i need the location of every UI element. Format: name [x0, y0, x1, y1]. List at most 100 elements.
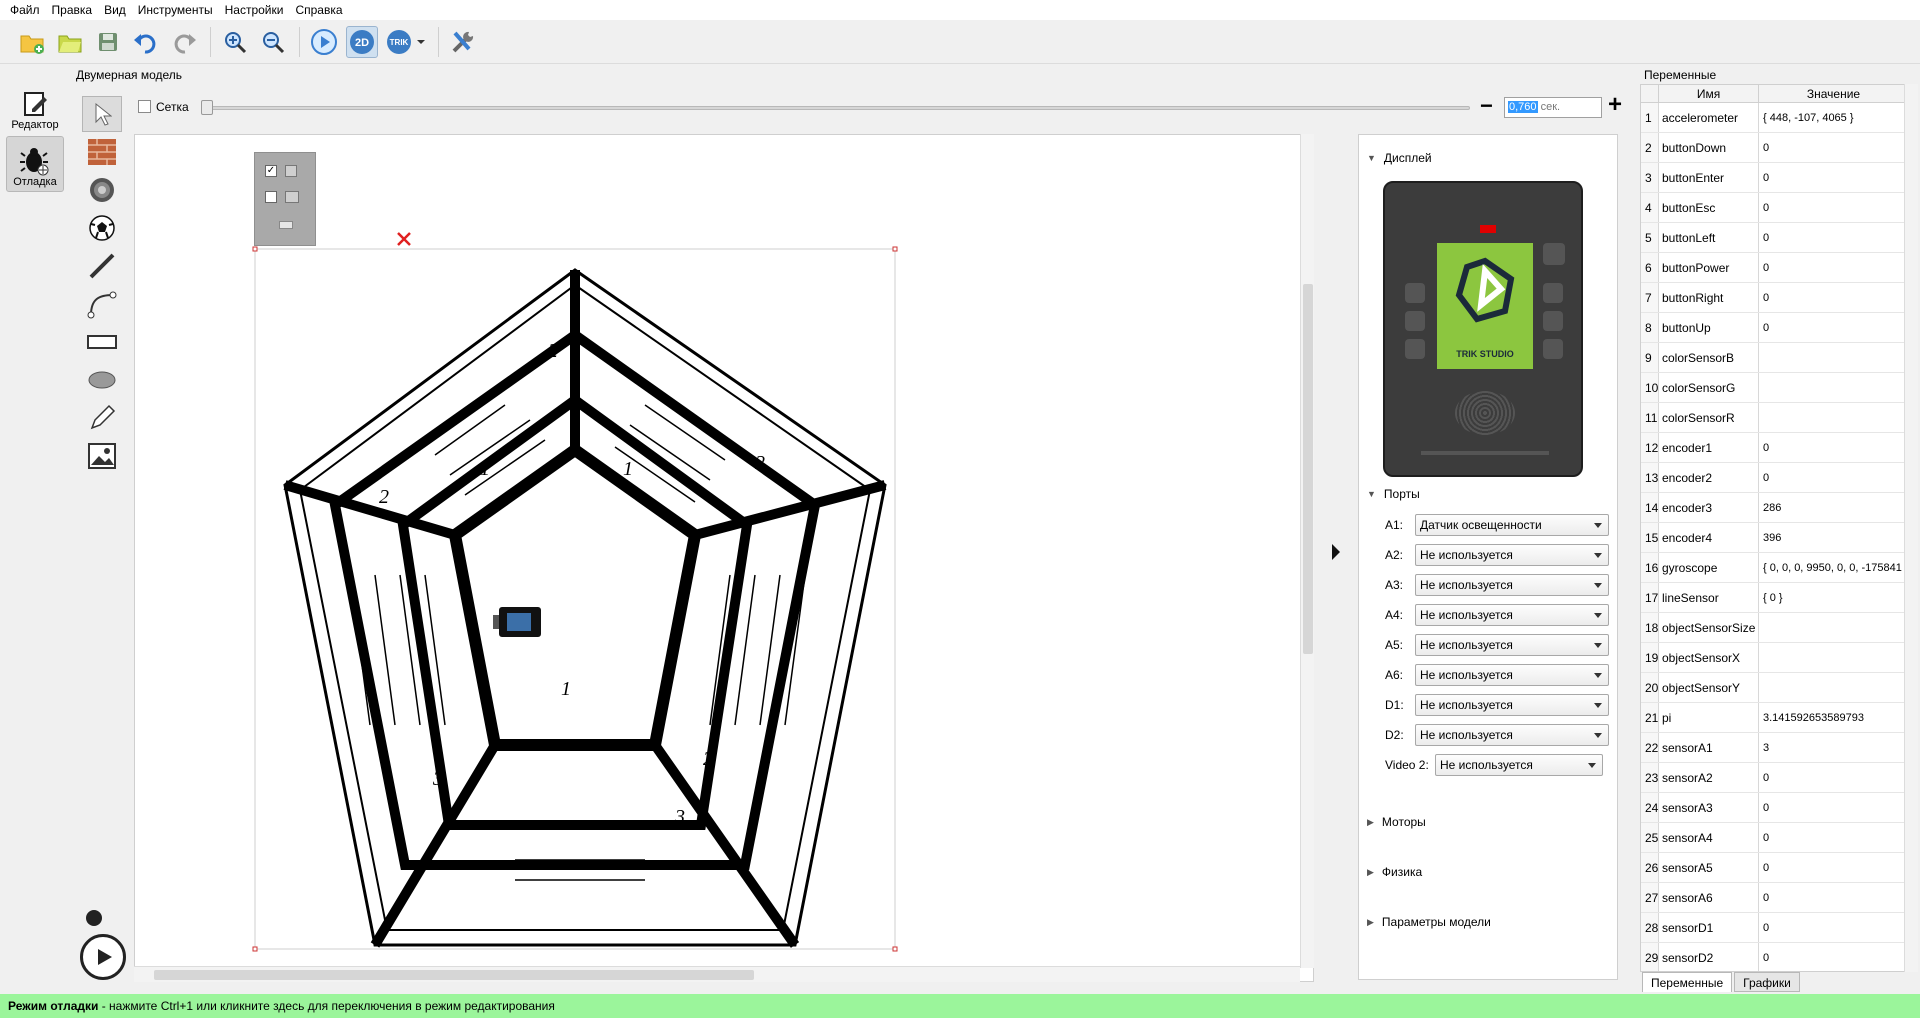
step-icon[interactable] — [86, 910, 102, 926]
port-select-a3[interactable]: Не используется — [1415, 574, 1609, 596]
table-row[interactable]: 19 objectSensorX — [1641, 643, 1909, 673]
speed-slider[interactable] — [206, 106, 1470, 110]
editor-mode-button[interactable]: Редактор — [6, 78, 64, 134]
ball-tool[interactable] — [82, 210, 122, 246]
table-row[interactable]: 16 gyroscope{ 0, 0, 0, 9950, 0, 0, -17584… — [1641, 553, 1909, 583]
grid-checkbox[interactable] — [138, 100, 151, 113]
variable-value[interactable]: 3.141592653589793 — [1759, 703, 1909, 732]
table-row[interactable]: 25 sensorA4 0 — [1641, 823, 1909, 853]
variable-value[interactable]: 0 — [1759, 193, 1909, 222]
decrease-time-button[interactable]: − — [1480, 95, 1493, 117]
variable-value[interactable]: 0 — [1759, 763, 1909, 792]
port-select-a6[interactable]: Не используется — [1415, 664, 1609, 686]
2d-model-button[interactable]: 2D — [346, 25, 378, 58]
variable-value[interactable]: { 0, 0, 0, 9950, 0, 0, -175841 — [1759, 553, 1909, 582]
robot-model[interactable] — [493, 607, 541, 637]
variable-value[interactable]: 0 — [1759, 943, 1909, 971]
column-name-header[interactable]: Имя — [1659, 85, 1759, 102]
ports-section-header[interactable]: ▼ Порты — [1367, 487, 1420, 501]
table-row[interactable]: 28 sensorD1 0 — [1641, 913, 1909, 943]
bezier-tool[interactable] — [82, 286, 122, 322]
port-select-a4[interactable]: Не используется — [1415, 604, 1609, 626]
variable-value[interactable]: 0 — [1759, 823, 1909, 852]
variable-value[interactable] — [1759, 673, 1909, 702]
motors-section-header[interactable]: ▶ Моторы — [1367, 815, 1426, 829]
redo-button[interactable] — [168, 26, 200, 58]
simulation-play-button[interactable] — [80, 934, 126, 980]
2d-scene-canvas[interactable]: 1 1 1 2 2 2 2 3 3 — [134, 134, 1314, 982]
variable-value[interactable] — [1759, 643, 1909, 672]
undo-button[interactable] — [130, 26, 162, 58]
rectangle-tool[interactable] — [82, 324, 122, 360]
tab-graphs[interactable]: Графики — [1734, 972, 1800, 992]
variable-value[interactable]: { 0 } — [1759, 583, 1909, 612]
table-row[interactable]: 2 buttonDown 0 — [1641, 133, 1909, 163]
variable-value[interactable]: 0 — [1759, 283, 1909, 312]
table-row[interactable]: 24 sensorA3 0 — [1641, 793, 1909, 823]
button-right-down[interactable] — [1543, 339, 1563, 359]
new-project-button[interactable] — [16, 26, 48, 58]
table-row[interactable]: 11 colorSensorR — [1641, 403, 1909, 433]
variable-value[interactable]: 0 — [1759, 793, 1909, 822]
table-row[interactable]: 13 encoder2 0 — [1641, 463, 1909, 493]
zoom-out-button[interactable] — [257, 26, 289, 58]
scene-vertical-scrollbar[interactable] — [1300, 134, 1314, 968]
debug-mode-button[interactable]: Отладка — [6, 136, 64, 192]
variable-value[interactable]: 0 — [1759, 163, 1909, 192]
variable-value[interactable]: 0 — [1759, 913, 1909, 942]
button-left-up[interactable] — [1405, 283, 1425, 303]
table-row[interactable]: 1 accelerometer{ 448, -107, 4065 } — [1641, 103, 1909, 133]
status-bar[interactable]: Режим отладки - нажмите Ctrl+1 или кликн… — [0, 994, 1920, 1018]
variables-scrollbar[interactable] — [1904, 84, 1918, 972]
trik-button[interactable]: TRIK — [384, 26, 428, 58]
variable-value[interactable] — [1759, 373, 1909, 402]
image-tool[interactable] — [82, 438, 122, 474]
port-select-d1[interactable]: Не используется — [1415, 694, 1609, 716]
collapse-panel-button[interactable] — [1324, 134, 1346, 980]
table-row[interactable]: 7 buttonRight 0 — [1641, 283, 1909, 313]
open-button[interactable] — [54, 26, 86, 58]
button-right-power[interactable] — [1543, 243, 1565, 265]
scrollbar-thumb[interactable] — [1303, 284, 1313, 654]
table-row[interactable]: 6 buttonPower 0 — [1641, 253, 1909, 283]
save-button[interactable] — [92, 26, 124, 58]
table-row[interactable]: 5 buttonLeft 0 — [1641, 223, 1909, 253]
port-select-a5[interactable]: Не используется — [1415, 634, 1609, 656]
table-row[interactable]: 3 buttonEnter 0 — [1641, 163, 1909, 193]
table-row[interactable]: 4 buttonEsc 0 — [1641, 193, 1909, 223]
time-field[interactable]: 0,760 сек. — [1504, 97, 1602, 118]
table-row[interactable]: 14 encoder3 286 — [1641, 493, 1909, 523]
scrollbar-thumb[interactable] — [154, 970, 754, 980]
cursor-tool[interactable] — [82, 96, 122, 132]
variable-value[interactable]: 396 — [1759, 523, 1909, 552]
model-params-section-header[interactable]: ▶ Параметры модели — [1367, 915, 1491, 929]
physics-section-header[interactable]: ▶ Физика — [1367, 865, 1422, 879]
pencil-tool[interactable] — [82, 400, 122, 436]
port-select-d2[interactable]: Не используется — [1415, 724, 1609, 746]
variable-value[interactable] — [1759, 403, 1909, 432]
speed-slider-handle[interactable] — [201, 100, 213, 115]
table-row[interactable]: 9 colorSensorB — [1641, 343, 1909, 373]
table-row[interactable]: 22 sensorA1 3 — [1641, 733, 1909, 763]
table-row[interactable]: 23 sensorA2 0 — [1641, 763, 1909, 793]
table-row[interactable]: 21 pi 3.141592653589793 — [1641, 703, 1909, 733]
display-section-header[interactable]: ▼ Дисплей — [1367, 151, 1432, 165]
table-row[interactable]: 8 buttonUp 0 — [1641, 313, 1909, 343]
scene-horizontal-scrollbar[interactable] — [134, 966, 1300, 982]
port-select-video2[interactable]: Не используется — [1435, 754, 1603, 776]
line-tool[interactable] — [82, 248, 122, 284]
variable-value[interactable]: { 448, -107, 4065 } — [1759, 103, 1909, 132]
floorplan-image[interactable]: 1 1 1 2 2 2 2 3 3 — [135, 135, 1314, 982]
run-button[interactable] — [308, 26, 340, 58]
increase-time-button[interactable]: + — [1608, 93, 1622, 117]
variable-value[interactable]: 0 — [1759, 223, 1909, 252]
variable-value[interactable] — [1759, 613, 1909, 642]
port-select-a2[interactable]: Не используется — [1415, 544, 1609, 566]
skittle-tool[interactable] — [82, 172, 122, 208]
variable-value[interactable]: 3 — [1759, 733, 1909, 762]
ellipse-tool[interactable] — [82, 362, 122, 398]
button-right-up[interactable] — [1543, 283, 1563, 303]
palette-checkbox-checked[interactable]: ✓ — [265, 165, 277, 177]
menu-edit[interactable]: Правка — [48, 3, 101, 17]
palette-checkbox[interactable] — [265, 191, 277, 203]
